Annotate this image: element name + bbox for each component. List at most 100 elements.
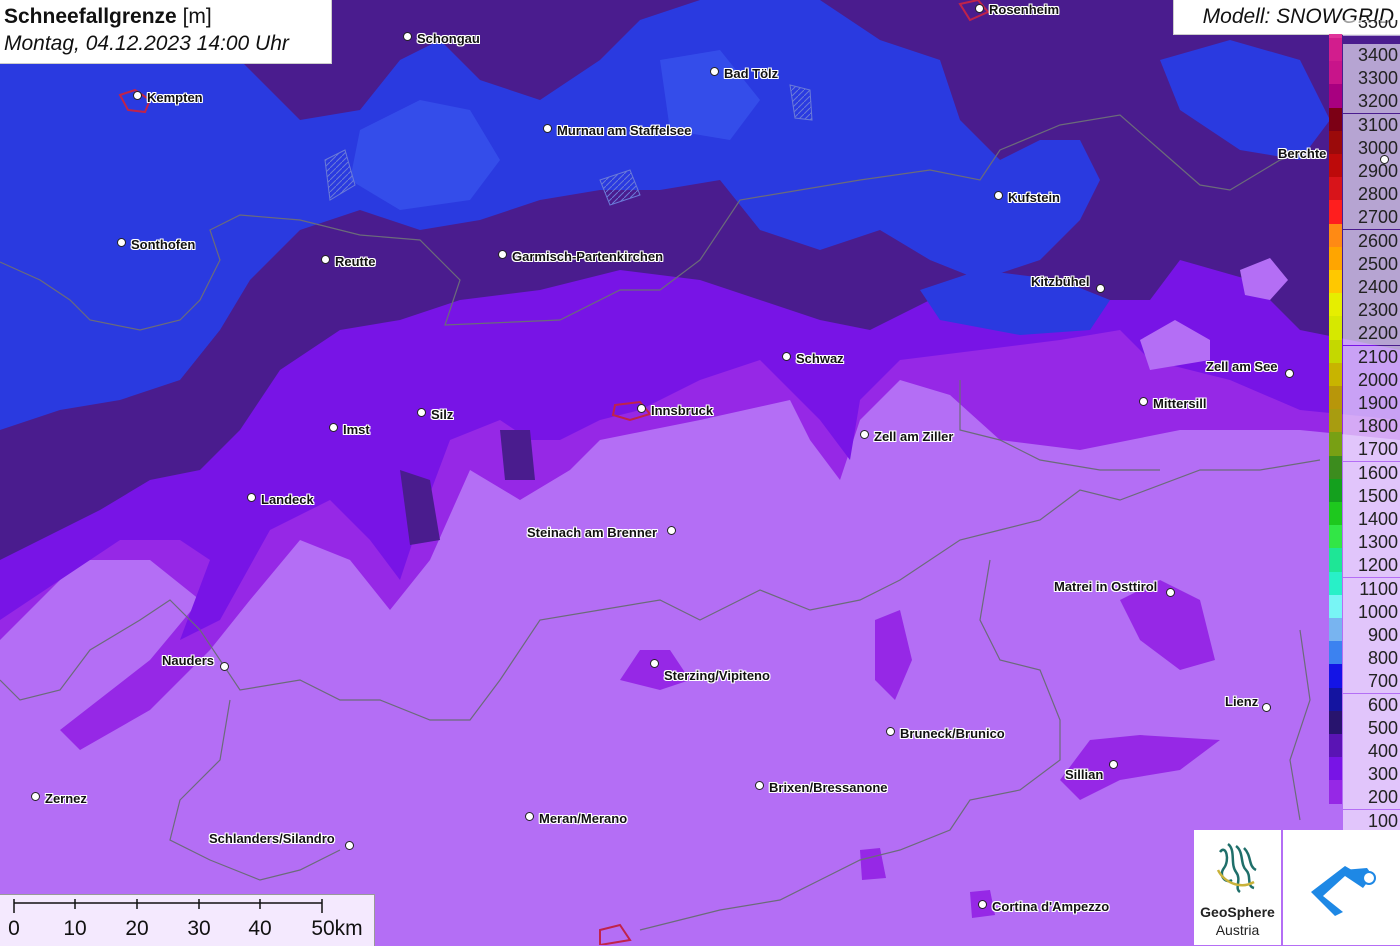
city-marker[interactable] — [525, 812, 534, 821]
city-label[interactable]: Kufstein — [1008, 190, 1060, 205]
city-label[interactable]: Schlanders/Silandro — [209, 831, 335, 846]
legend-label: 1500 — [1343, 484, 1400, 508]
city-label[interactable]: Sterzing/Vipiteno — [664, 668, 770, 683]
legend-swatch — [1329, 362, 1342, 387]
city-label[interactable]: Rosenheim — [989, 2, 1059, 17]
scale-label: 30 — [187, 917, 211, 940]
city-label[interactable]: Kitzbühel — [1031, 274, 1090, 289]
legend-swatch — [1329, 339, 1342, 364]
city-marker[interactable] — [860, 430, 869, 439]
city-marker[interactable] — [1285, 369, 1294, 378]
legend-swatch — [1329, 38, 1342, 62]
city-marker[interactable] — [329, 423, 338, 432]
legend-swatch — [1329, 618, 1342, 642]
city-label[interactable]: Sonthofen — [131, 237, 195, 252]
city-marker[interactable] — [667, 526, 676, 535]
city-marker[interactable] — [345, 841, 354, 850]
legend-label: 1300 — [1343, 531, 1400, 555]
legend-swatch — [1329, 710, 1342, 735]
city-label[interactable]: Silz — [431, 407, 453, 422]
scale-bar: 0 10 20 30 40 50km — [0, 894, 375, 946]
city-marker[interactable] — [133, 91, 142, 100]
snowfall-line-map[interactable] — [0, 0, 1400, 945]
city-label[interactable]: Mittersill — [1153, 396, 1206, 411]
geosphere-logo[interactable]: GeoSphere Austria — [1194, 830, 1281, 945]
city-label[interactable]: Zell am Ziller — [874, 429, 953, 444]
legend-swatch — [1329, 107, 1342, 132]
title-box: Schneefallgrenze [m] Montag, 04.12.2023 … — [0, 0, 332, 64]
city-label[interactable]: Meran/Merano — [539, 811, 627, 826]
city-marker[interactable] — [637, 404, 646, 413]
legend-label: 900 — [1343, 624, 1400, 647]
city-marker[interactable] — [417, 408, 426, 417]
city-label[interactable]: Schongau — [417, 31, 480, 46]
city-marker[interactable] — [220, 662, 229, 671]
legend-label: 2100 — [1343, 345, 1400, 369]
city-marker[interactable] — [403, 32, 412, 41]
city-marker[interactable] — [710, 67, 719, 76]
city-label[interactable]: Zernez — [45, 791, 87, 806]
legend-swatch — [1329, 687, 1342, 712]
scale-label: 50km — [311, 917, 363, 940]
city-label[interactable]: Bruneck/Brunico — [900, 726, 1005, 741]
city-marker[interactable] — [650, 659, 659, 668]
city-marker[interactable] — [247, 493, 256, 502]
legend-swatch — [1329, 641, 1342, 665]
city-marker[interactable] — [498, 250, 507, 259]
city-label[interactable]: Schwaz — [796, 351, 844, 366]
legend-label: 3500 — [1343, 20, 1400, 36]
city-marker[interactable] — [975, 4, 984, 13]
city-marker[interactable] — [994, 191, 1003, 200]
legend-swatch — [1329, 316, 1342, 341]
legend-label: 2400 — [1343, 276, 1400, 299]
legend-swatch — [1329, 525, 1342, 549]
city-marker[interactable] — [31, 792, 40, 801]
legend-swatch — [1329, 594, 1342, 619]
city-marker[interactable] — [1380, 155, 1389, 164]
city-label[interactable]: Nauders — [162, 653, 214, 668]
legend-swatch — [1329, 734, 1342, 758]
legend-swatch — [1329, 455, 1342, 480]
legend-label: 2700 — [1343, 206, 1400, 230]
legend-label: 1000 — [1343, 600, 1400, 624]
city-marker[interactable] — [543, 124, 552, 133]
city-marker[interactable] — [782, 352, 791, 361]
legend-label: 2900 — [1343, 160, 1400, 183]
city-label[interactable]: Steinach am Brenner — [527, 525, 657, 540]
city-label[interactable]: Imst — [343, 422, 370, 437]
city-label[interactable]: Innsbruck — [651, 403, 713, 418]
city-label[interactable]: Lienz — [1225, 694, 1258, 709]
geosphere-logo-text: GeoSphere — [1200, 904, 1275, 920]
city-label[interactable]: Zell am See — [1206, 359, 1278, 374]
city-marker[interactable] — [886, 727, 895, 736]
legend-label: 2800 — [1343, 183, 1400, 207]
city-marker[interactable] — [1109, 760, 1118, 769]
city-label[interactable]: Cortina d'Ampezzo — [992, 899, 1109, 914]
city-marker[interactable] — [755, 781, 764, 790]
city-marker[interactable] — [321, 255, 330, 264]
legend-label: 1800 — [1343, 415, 1400, 439]
city-marker[interactable] — [117, 238, 126, 247]
city-label[interactable]: Matrei in Osttirol — [1054, 579, 1157, 594]
scale-label: 10 — [63, 917, 87, 940]
city-label[interactable]: Kempten — [147, 90, 203, 105]
city-marker[interactable] — [1096, 284, 1105, 293]
city-marker[interactable] — [1139, 397, 1148, 406]
map-title: Schneefallgrenze [m] — [4, 5, 212, 28]
legend-label: 3100 — [1343, 113, 1400, 137]
app-logo[interactable] — [1283, 830, 1400, 945]
legend-swatch — [1329, 84, 1342, 109]
city-marker[interactable] — [1262, 703, 1271, 712]
city-label[interactable]: Berchte — [1278, 146, 1326, 161]
city-label[interactable]: Garmisch-Partenkirchen — [512, 249, 663, 264]
city-label[interactable]: Bad Tölz — [724, 66, 778, 81]
city-label[interactable]: Sillian — [1065, 767, 1103, 782]
city-label[interactable]: Brixen/Bressanone — [769, 780, 888, 795]
city-marker[interactable] — [978, 900, 987, 909]
city-label[interactable]: Reutte — [335, 254, 375, 269]
legend-label: 2500 — [1343, 252, 1400, 276]
city-label[interactable]: Landeck — [261, 492, 314, 507]
city-marker[interactable] — [1166, 588, 1175, 597]
legend-label: 2200 — [1343, 322, 1400, 346]
city-label[interactable]: Murnau am Staffelsee — [557, 123, 691, 138]
